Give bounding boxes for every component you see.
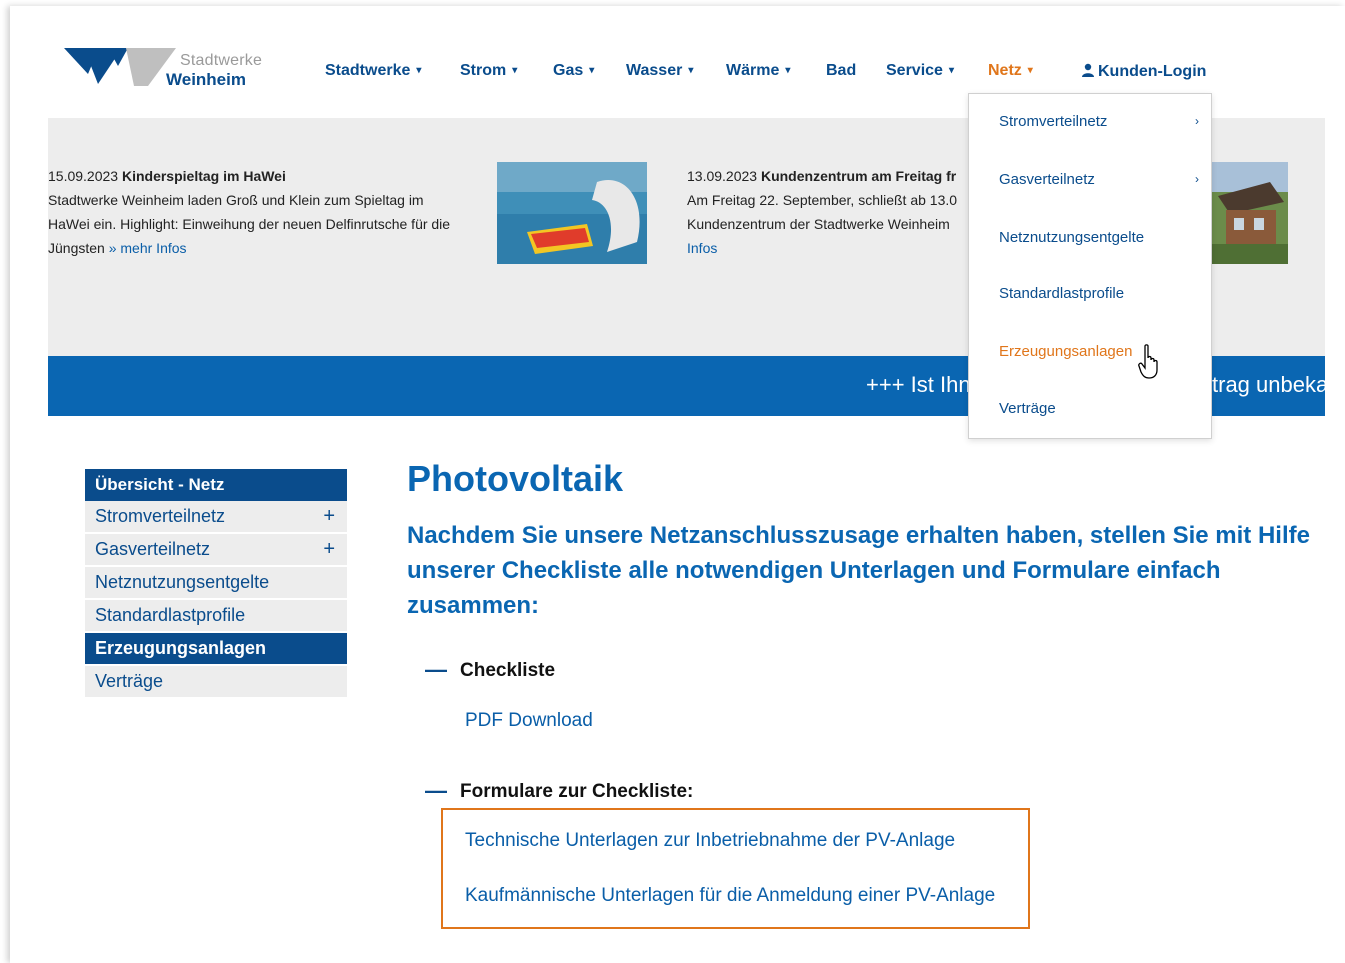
nav-label: Netz: [988, 62, 1022, 79]
intro-line: Nachdem Sie unsere Netzanschlusszusage e…: [407, 522, 1310, 549]
nav-label: Stadtwerke: [325, 62, 411, 79]
chevron-down-icon: ▾: [1027, 65, 1033, 76]
nav-item-stadtwerke[interactable]: Stadtwerke ▾: [325, 62, 421, 80]
chevron-down-icon: ▾: [416, 65, 422, 76]
ticker-text: trag unbeka: [1212, 372, 1325, 397]
nav-label: Wärme: [726, 62, 780, 79]
nav-label: Gas: [553, 62, 584, 79]
commercial-documents-link[interactable]: Kaufmännische Unterlagen für die Anmeldu…: [465, 885, 995, 907]
sidebar-item-standardlastprofile[interactable]: Standardlastprofile: [85, 600, 347, 633]
nav-label: Wasser: [626, 62, 683, 79]
sidebar-item-erzeugungsanlagen[interactable]: Erzeugungsanlagen: [85, 633, 347, 666]
dropdown-item-stromverteilnetz[interactable]: Stromverteilnetz: [999, 113, 1201, 130]
dropdown-item-label: Gasverteilnetz: [999, 171, 1095, 188]
news-text: Am Freitag 22. September, schließt ab 13…: [687, 192, 958, 208]
sidebar-item-label: Erzeugungsanlagen: [95, 638, 267, 658]
news-more-link[interactable]: » mehr Infos: [109, 240, 187, 256]
sidebar-item-netznutzungsentgelte[interactable]: Netznutzungsentgelte: [85, 567, 347, 600]
news-title[interactable]: Kinderspieltag im HaWei: [122, 168, 286, 184]
intro-line: unserer Checkliste alle notwendigen Unte…: [407, 557, 1221, 584]
chevron-right-icon: ›: [1195, 172, 1199, 186]
dropdown-item-standardlastprofile[interactable]: Standardlastprofile: [999, 285, 1124, 302]
news-title[interactable]: Kundenzentrum am Freitag fr: [761, 168, 956, 184]
news-item: 13.09.2023 Kundenzentrum am Freitag fr A…: [687, 164, 969, 260]
news-image-pool[interactable]: [497, 162, 647, 264]
logo[interactable]: Stadtwerke Weinheim: [64, 44, 274, 94]
chevron-right-icon: ›: [1195, 114, 1199, 128]
dropdown-item-gasverteilnetz[interactable]: Gasverteilnetz: [999, 171, 1095, 188]
pdf-download-link[interactable]: PDF Download: [465, 710, 593, 732]
nav-label: Service: [886, 62, 943, 79]
nav-item-gas[interactable]: Gas ▾: [553, 62, 594, 80]
sidebar-item-vertraege[interactable]: Verträge: [85, 666, 347, 699]
highlight-box: [441, 808, 1030, 929]
login-link[interactable]: Kunden-Login: [1081, 62, 1206, 81]
logo-text-top: Stadtwerke: [180, 52, 263, 69]
nav-item-wasser[interactable]: Wasser ▾: [626, 62, 693, 80]
sidebar: Übersicht - Netz Stromverteilnetz + Gasv…: [85, 469, 347, 699]
dropdown-item-label: Netznutzungsentgelte: [999, 229, 1145, 246]
news-more-link[interactable]: Infos: [687, 240, 717, 256]
news-image-building[interactable]: [1210, 162, 1288, 264]
plus-icon[interactable]: +: [323, 534, 335, 565]
news-text: Kundenzentrum der Stadtwerke Weinheim: [687, 216, 950, 232]
nav-label: Bad: [826, 62, 857, 79]
sidebar-item-label: Standardlastprofile: [95, 605, 246, 625]
section-title-formulare[interactable]: Formulare zur Checkliste:: [460, 781, 693, 803]
plus-icon[interactable]: +: [323, 501, 335, 532]
collapse-dash-icon[interactable]: —: [425, 657, 447, 683]
logo-text-bottom: Weinheim: [166, 70, 246, 89]
dropdown-item-label: Stromverteilnetz: [999, 113, 1108, 130]
sidebar-item-gasverteilnetz[interactable]: Gasverteilnetz +: [85, 534, 347, 567]
intro-text: Nachdem Sie unsere Netzanschlusszusage e…: [407, 518, 1345, 623]
hand-cursor-icon: [1138, 344, 1158, 379]
news-item: 15.09.2023 Kinderspieltag im HaWei Stadt…: [48, 164, 468, 260]
nav-item-netz[interactable]: Netz ▾: [988, 62, 1033, 80]
sidebar-item-label: Netznutzungsentgelte: [95, 572, 270, 592]
collapse-dash-icon[interactable]: —: [425, 778, 447, 804]
news-date: 13.09.2023: [687, 168, 758, 184]
user-icon: [1082, 63, 1094, 77]
sidebar-item-label: Stromverteilnetz: [95, 506, 226, 526]
page-title: Photovoltaik: [407, 458, 624, 499]
news-date: 15.09.2023: [48, 168, 119, 184]
dropdown-item-label: Erzeugungsanlagen: [999, 343, 1133, 360]
chevron-down-icon: ▾: [589, 65, 595, 76]
technical-documents-link[interactable]: Technische Unterlagen zur Inbetriebnahme…: [465, 830, 955, 852]
nav-item-bad[interactable]: Bad: [826, 62, 856, 80]
sidebar-header[interactable]: Übersicht - Netz: [85, 469, 347, 501]
chevron-down-icon: ▾: [948, 65, 954, 76]
sidebar-item-label: Verträge: [95, 671, 164, 691]
sidebar-item-label: Gasverteilnetz: [95, 539, 211, 559]
dropdown-item-label: Standardlastprofile: [999, 285, 1125, 302]
chevron-down-icon: ▾: [785, 65, 791, 76]
sidebar-item-stromverteilnetz[interactable]: Stromverteilnetz +: [85, 501, 347, 534]
dropdown-item-vertraege[interactable]: Verträge: [999, 400, 1056, 417]
login-label: Kunden-Login: [1098, 63, 1207, 80]
dropdown-item-netznutzungsentgelte[interactable]: Netznutzungsentgelte: [999, 229, 1144, 246]
nav-item-waerme[interactable]: Wärme ▾: [726, 62, 790, 80]
netz-dropdown-menu: Stromverteilnetz › Gasverteilnetz › Netz…: [968, 93, 1212, 439]
dropdown-item-erzeugungsanlagen[interactable]: Erzeugungsanlagen: [999, 343, 1132, 360]
ticker-text: +++ Ist Ihn: [866, 372, 971, 397]
nav-label: Strom: [460, 62, 507, 79]
chevron-down-icon: ▾: [512, 65, 518, 76]
chevron-down-icon: ▾: [688, 65, 694, 76]
intro-line: zusammen:: [407, 592, 540, 619]
logo-mark-icon: [64, 48, 176, 86]
section-title-checkliste[interactable]: Checkliste: [460, 660, 555, 682]
nav-item-service[interactable]: Service ▾: [886, 62, 954, 80]
dropdown-item-label: Verträge: [999, 400, 1056, 417]
nav-item-strom[interactable]: Strom ▾: [460, 62, 517, 80]
